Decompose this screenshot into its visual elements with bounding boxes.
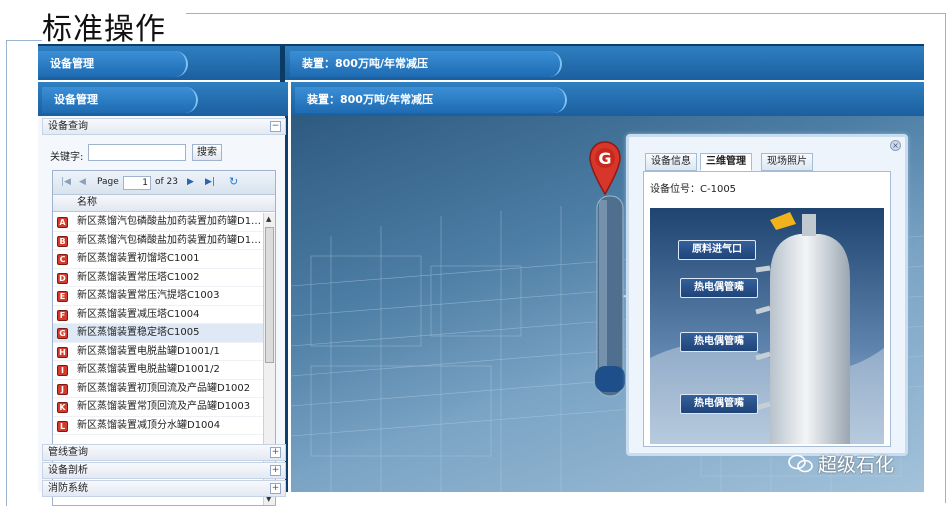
row-letter-badge: J xyxy=(57,383,68,395)
frame-left-line xyxy=(6,40,7,506)
row-letter-badge: E xyxy=(57,291,68,302)
main-header-tab[interactable]: 装置：800万吨/年常减压 xyxy=(295,87,567,113)
left-panel-header: 设备管理 xyxy=(38,82,288,116)
row-letter-badge: K xyxy=(57,402,68,413)
tab-site-photos[interactable]: 现场照片 xyxy=(761,153,813,171)
frame-right-line xyxy=(945,13,946,503)
tab-3d-management[interactable]: 三维管理 xyxy=(700,153,752,171)
equipment-rows: A 新区蒸馏汽包磷酸盐加药装置加药罐D1… B 新区蒸馏汽包磷酸盐加药装置加药罐D1…… xyxy=(53,213,263,435)
section-equipment-query-label: 设备查询 xyxy=(48,121,88,132)
last-page-icon[interactable]: ▶| xyxy=(205,177,215,187)
search-button[interactable]: 搜索 xyxy=(192,144,222,161)
row-name: 新区蒸馏装置初顶回流及产品罐D1002 xyxy=(77,382,251,394)
marker-letter: G xyxy=(598,149,611,168)
expand-icon[interactable]: + xyxy=(270,465,281,476)
row-name: 新区蒸馏装置常顶回流及产品罐D1003 xyxy=(77,401,251,412)
row-name: 新区蒸馏装置常压汽提塔C1003 xyxy=(77,290,220,301)
left-header-tab[interactable]: 设备管理 xyxy=(42,87,198,113)
callout-thermocouple-1: 热电偶管嘴 xyxy=(680,278,758,298)
row-name: 新区蒸馏装置稳定塔C1005 xyxy=(77,327,200,338)
wechat-icon xyxy=(788,454,813,473)
collapse-icon[interactable]: − xyxy=(270,121,281,132)
close-icon[interactable]: × xyxy=(890,140,901,151)
row-letter-badge: F xyxy=(57,309,68,321)
scroll-up-icon[interactable]: ▲ xyxy=(266,215,271,223)
row-letter-badge: D xyxy=(57,272,68,284)
row-name: 新区蒸馏装置常压塔C1002 xyxy=(77,271,200,283)
slide-title: 标准操作 xyxy=(42,12,166,47)
page-label: Page xyxy=(97,177,119,187)
vessel-diagram: 原料进气口 热电偶管嘴 热电偶管嘴 热电偶管嘴 xyxy=(650,208,884,444)
prev-page-icon[interactable]: ◀ xyxy=(79,177,86,187)
tab-equipment-info[interactable]: 设备信息 xyxy=(645,153,697,171)
main-header: 装置：800万吨/年常减压 xyxy=(291,82,924,116)
row-letter-badge: B xyxy=(57,235,68,247)
section-fire-system[interactable]: 消防系统 + xyxy=(42,480,286,497)
row-letter-badge: C xyxy=(57,254,68,265)
keyword-input[interactable] xyxy=(88,144,186,161)
section-pipeline-query[interactable]: 管线查询 + xyxy=(42,444,286,461)
section-equipment-analysis-label: 设备剖析 xyxy=(48,465,88,476)
callout-thermocouple-3: 热电偶管嘴 xyxy=(680,394,758,414)
first-page-icon[interactable]: |◀ xyxy=(61,177,71,187)
row-name: 新区蒸馏汽包磷酸盐加药装置加药罐D1… xyxy=(77,216,262,227)
row-name: 新区蒸馏装置电脱盐罐D1001/1 xyxy=(77,345,220,357)
popup-body: 设备位号：C-1005 原料进气口 热电偶管嘴 热电偶管嘴 热电偶管嘴 xyxy=(643,171,891,447)
outer-tab-unit[interactable]: 装置：800万吨/年常减压 xyxy=(290,51,562,77)
row-letter-badge: H xyxy=(57,346,68,358)
table-row[interactable]: L 新区蒸馏装置减顶分水罐D1004 xyxy=(53,417,263,435)
refresh-icon[interactable]: ↻ xyxy=(229,175,238,188)
left-panel: 设备管理 设备查询 − 关键字: 搜索 |◀ ◀ Page 1 of 23 ▶ … xyxy=(38,82,288,506)
vessel-c1005[interactable] xyxy=(595,195,625,397)
row-name: 新区蒸馏汽包磷酸盐加药装置加药罐D1… xyxy=(77,234,262,246)
table-row[interactable]: J 新区蒸馏装置初顶回流及产品罐D1002 xyxy=(53,380,263,398)
section-equipment-analysis[interactable]: 设备剖析 + xyxy=(42,462,286,479)
row-letter-badge: G xyxy=(57,328,68,339)
table-row[interactable]: C 新区蒸馏装置初馏塔C1001 xyxy=(53,250,263,269)
table-row[interactable]: D 新区蒸馏装置常压塔C1002 xyxy=(53,269,263,287)
outer-tab-equipment[interactable]: 设备管理 xyxy=(38,51,188,77)
table-row[interactable]: K 新区蒸馏装置常顶回流及产品罐D1003 xyxy=(53,398,263,417)
section-equipment-query[interactable]: 设备查询 − xyxy=(42,118,286,135)
section-pipeline-query-label: 管线查询 xyxy=(48,447,88,458)
outer-header-bar: 设备管理 装置：800万吨/年常减压 xyxy=(38,44,924,82)
table-row[interactable]: I 新区蒸馏装置电脱盐罐D1001/2 xyxy=(53,361,263,380)
table-row[interactable]: A 新区蒸馏汽包磷酸盐加药装置加药罐D1… xyxy=(53,213,263,232)
row-name: 新区蒸馏装置减顶分水罐D1004 xyxy=(77,419,221,431)
expand-icon[interactable]: + xyxy=(270,483,281,494)
table-row[interactable]: E 新区蒸馏装置常压汽提塔C1003 xyxy=(53,287,263,306)
position-number: 设备位号：C-1005 xyxy=(650,184,737,195)
callout-thermocouple-2: 热电偶管嘴 xyxy=(680,332,758,352)
frame-top-left-line xyxy=(6,40,42,41)
row-name: 新区蒸馏装置减压塔C1004 xyxy=(77,308,200,320)
page-input[interactable]: 1 xyxy=(123,176,151,190)
expand-icon[interactable]: + xyxy=(270,447,281,458)
page-count-label: of 23 xyxy=(155,177,178,187)
row-letter-badge: I xyxy=(57,365,68,376)
row-name: 新区蒸馏装置电脱盐罐D1001/2 xyxy=(77,364,220,375)
table-row[interactable]: G 新区蒸馏装置稳定塔C1005 xyxy=(53,324,263,343)
pager-toolbar: |◀ ◀ Page 1 of 23 ▶ ▶| ↻ xyxy=(53,171,275,195)
row-letter-badge: A xyxy=(57,217,68,228)
equipment-popup: × 设备信息 三维管理 现场照片 设备位号：C-1005 原料进气口 热电偶管嘴… xyxy=(626,134,908,456)
watermark-text: 超级石化 xyxy=(818,454,895,476)
scroll-thumb[interactable] xyxy=(265,227,274,363)
callout-feed-inlet: 原料进气口 xyxy=(678,240,756,260)
row-letter-badge: L xyxy=(57,420,68,432)
keyword-label: 关键字: xyxy=(50,152,84,163)
row-name: 新区蒸馏装置初馏塔C1001 xyxy=(77,253,200,264)
column-header-name[interactable]: 名称 xyxy=(53,195,275,212)
next-page-icon[interactable]: ▶ xyxy=(187,177,194,187)
table-row[interactable]: H 新区蒸馏装置电脱盐罐D1001/1 xyxy=(53,343,263,361)
location-marker-icon[interactable]: G xyxy=(588,140,622,196)
table-row[interactable]: F 新区蒸馏装置减压塔C1004 xyxy=(53,306,263,324)
header-separator xyxy=(280,46,285,82)
frame-top-line xyxy=(186,13,946,14)
table-row[interactable]: B 新区蒸馏汽包磷酸盐加药装置加药罐D1… xyxy=(53,232,263,250)
section-fire-system-label: 消防系统 xyxy=(48,483,88,494)
